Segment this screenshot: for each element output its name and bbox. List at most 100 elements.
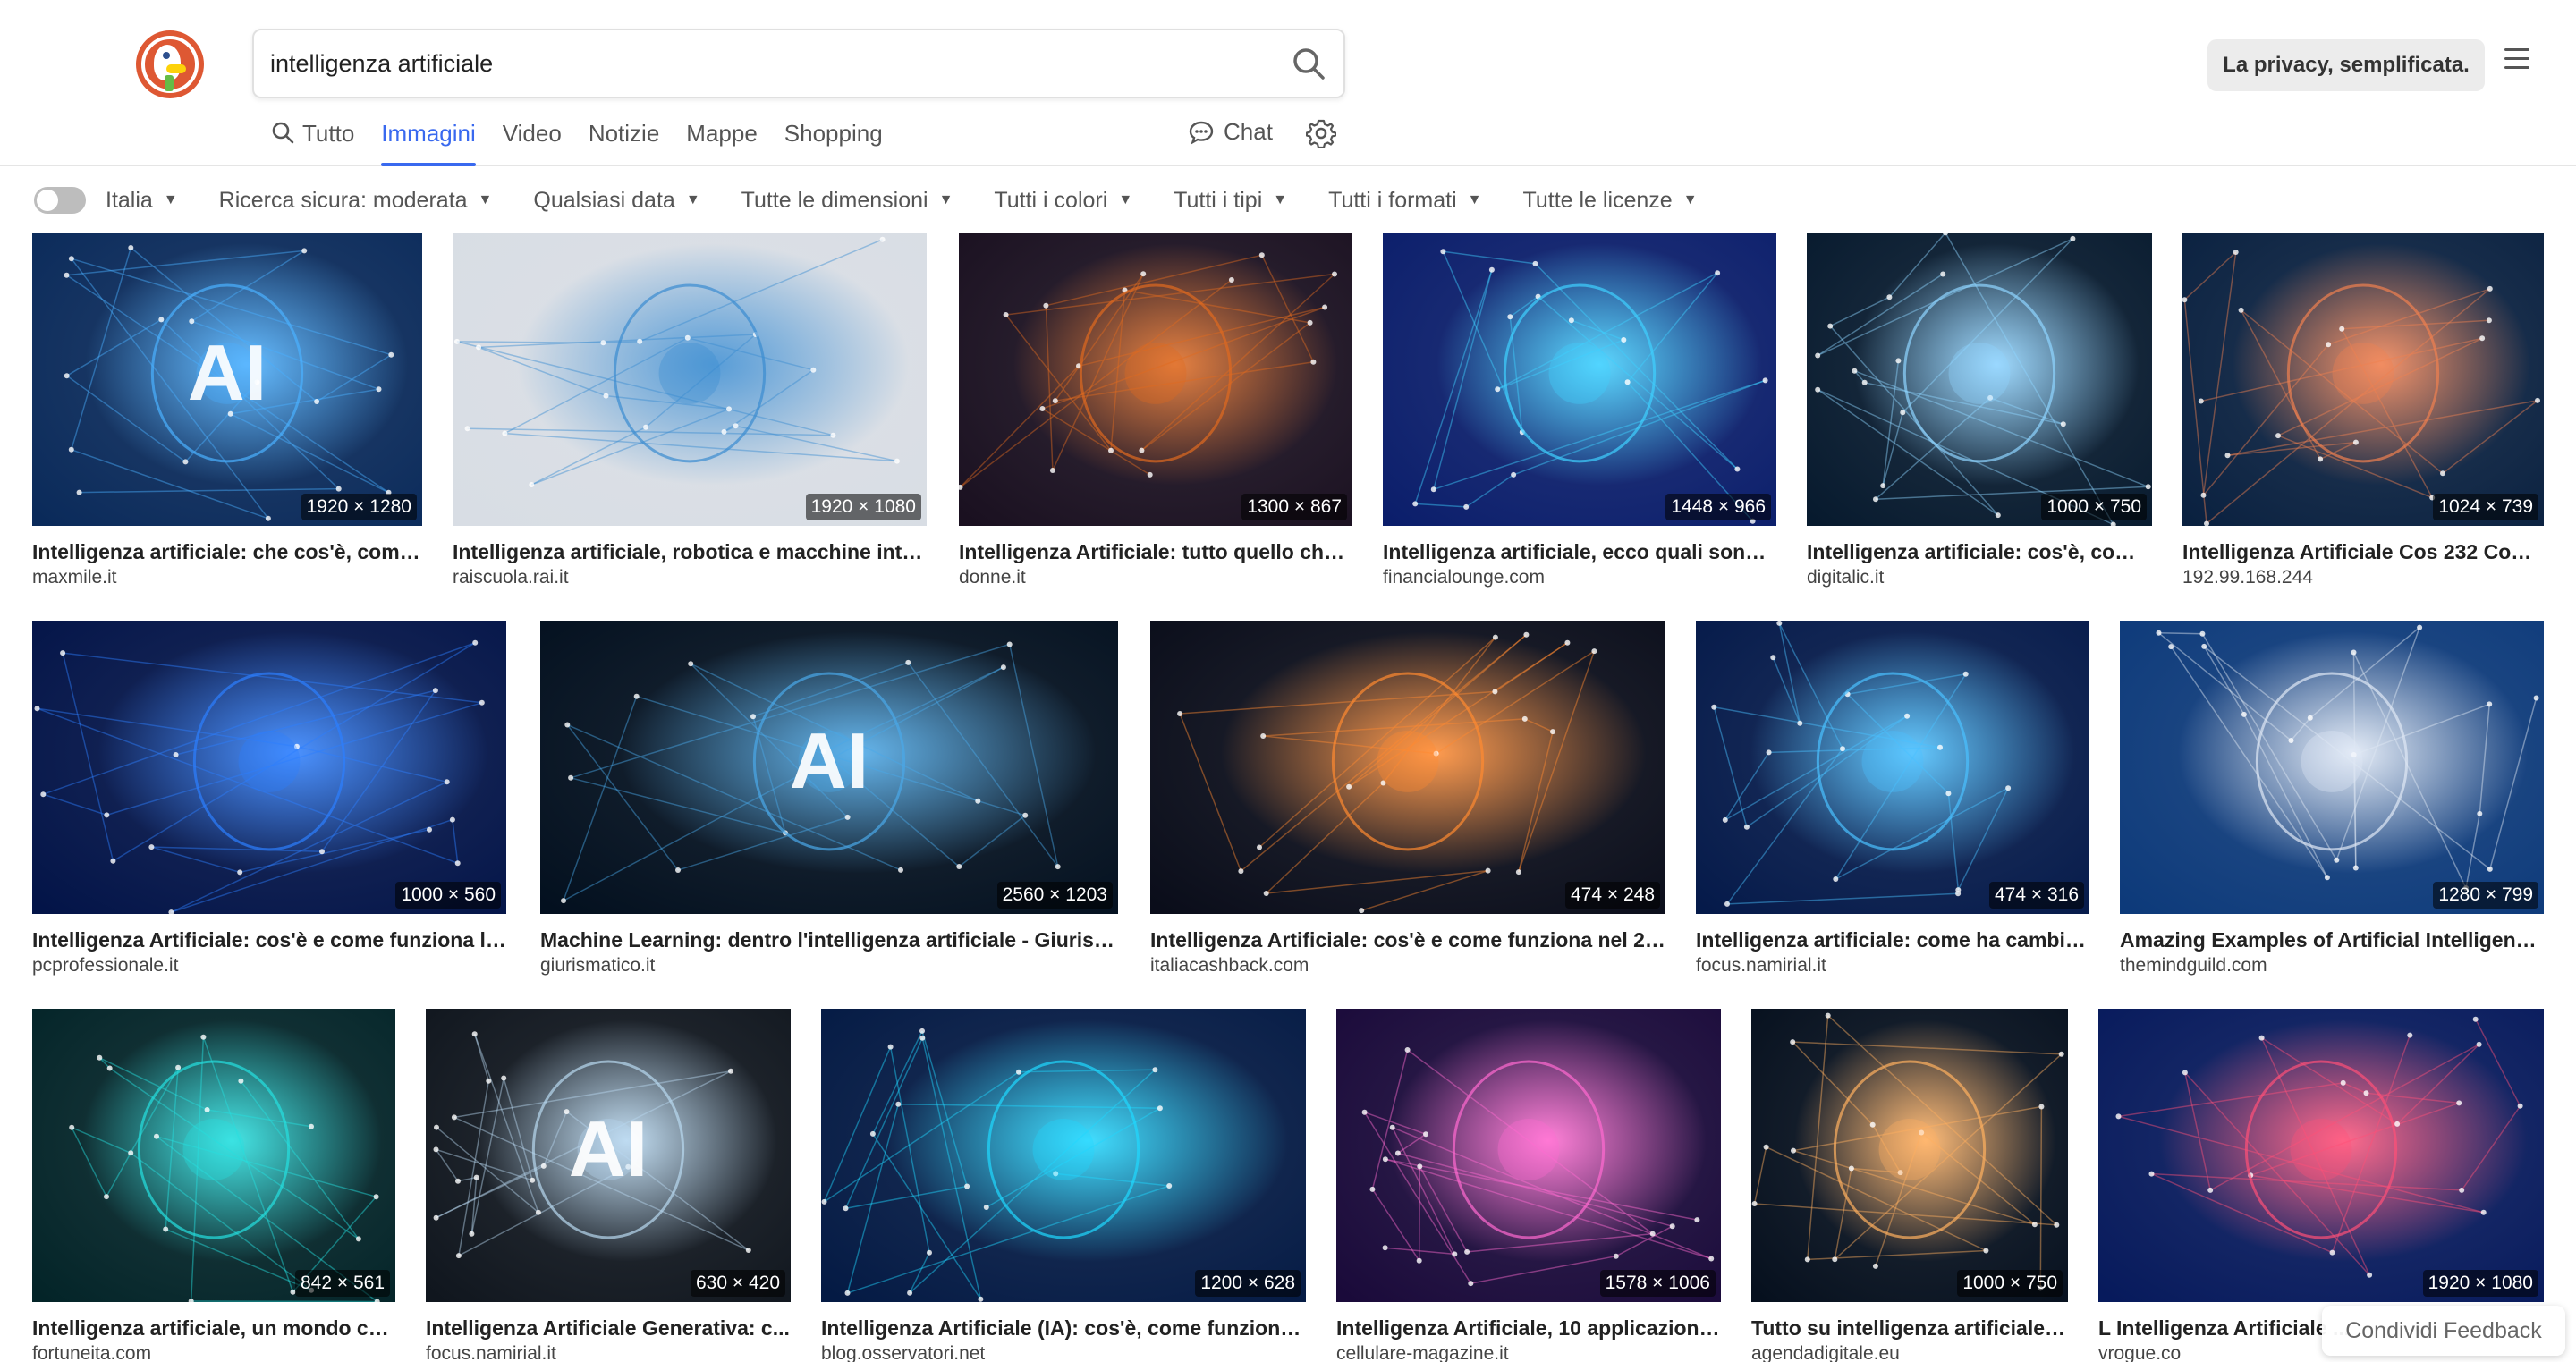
image-result[interactable]: 1000 × 750 Intelligenza artificiale: cos'… [1807, 233, 2152, 590]
result-thumbnail[interactable]: 1300 × 867 [959, 233, 1352, 526]
tab-tutto[interactable]: Tutto [270, 114, 354, 166]
image-result[interactable]: 1280 × 799 Amazing Examples of Artificial… [2120, 621, 2544, 978]
result-title[interactable]: Intelligenza Artificiale: cos'è e come f… [32, 928, 506, 952]
result-source[interactable]: focus.namirial.it [1696, 955, 2089, 977]
image-result[interactable]: 1448 × 966 Intelligenza artificiale, ecco… [1383, 233, 1776, 590]
result-title[interactable]: Machine Learning: dentro l'intelligenza … [540, 928, 1118, 952]
filter-dropdown[interactable]: Ricerca sicura: moderata ▼ [219, 188, 493, 214]
tab-mappe[interactable]: Mappe [686, 114, 758, 166]
search-button[interactable] [1290, 45, 1327, 82]
result-thumbnail[interactable]: 1280 × 799 [2120, 621, 2544, 914]
chat-button[interactable]: Chat [1188, 118, 1273, 146]
result-thumbnail[interactable]: 1200 × 628 [821, 1009, 1306, 1302]
result-source[interactable]: digitalic.it [1807, 567, 2152, 588]
filter-dropdown[interactable]: Qualsiasi data ▼ [533, 188, 699, 214]
result-title[interactable]: Intelligenza artificiale, ecco quali son… [1383, 540, 1776, 564]
result-thumbnail[interactable]: AI 1920 × 1280 [32, 233, 422, 526]
result-source[interactable]: cellulare-magazine.it [1336, 1343, 1721, 1362]
result-thumbnail[interactable]: AI 630 × 420 [426, 1009, 791, 1302]
result-thumbnail[interactable]: 474 × 248 [1150, 621, 1665, 914]
result-title[interactable]: Intelligenza Artificiale: tutto quello c… [959, 540, 1352, 564]
menu-bar [2504, 57, 2529, 60]
result-title[interactable]: Intelligenza artificiale, robotica e mac… [453, 540, 927, 564]
result-thumbnail[interactable]: 1000 × 560 [32, 621, 506, 914]
result-source[interactable]: blog.osservatori.net [821, 1343, 1306, 1362]
region-toggle[interactable] [34, 187, 86, 214]
result-thumbnail[interactable]: 1024 × 739 [2182, 233, 2544, 526]
menu-bar [2504, 48, 2529, 51]
image-dimensions-badge: 842 × 561 [294, 1270, 390, 1297]
result-source[interactable]: agendadigitale.eu [1751, 1343, 2068, 1362]
settings-button[interactable] [1305, 118, 1337, 149]
result-title[interactable]: Amazing Examples of Artificial Intellige… [2120, 928, 2544, 952]
filter-dropdown[interactable]: Tutti i formati ▼ [1328, 188, 1481, 214]
result-title[interactable]: Intelligenza Artificiale (IA): cos'è, co… [821, 1316, 1306, 1341]
result-thumbnail[interactable]: 1000 × 750 [1751, 1009, 2068, 1302]
region-filter[interactable]: Italia ▼ [106, 188, 178, 214]
feedback-button[interactable]: Condividi Feedback [2322, 1306, 2565, 1356]
svg-text:AI: AI [569, 1104, 648, 1193]
filter-bar: Italia ▼ Ricerca sicura: moderata ▼ Qualsi… [34, 182, 1739, 218]
result-source[interactable]: focus.namirial.it [426, 1343, 791, 1362]
caret-down-icon: ▼ [938, 192, 953, 207]
image-result[interactable]: 1578 × 1006 Intelligenza Artificiale, 10 … [1336, 1009, 1721, 1362]
result-title[interactable]: Intelligenza artificiale, un mondo ch... [32, 1316, 395, 1341]
image-result[interactable]: AI 630 × 420 Intelligenza Artificiale Gene… [426, 1009, 791, 1362]
result-source[interactable]: italiacashback.com [1150, 955, 1665, 977]
result-title[interactable]: Intelligenza artificiale: che cos'è, com… [32, 540, 422, 564]
result-thumbnail[interactable]: 1920 × 1080 [453, 233, 927, 526]
result-title[interactable]: Intelligenza Artificiale, 10 applicazion… [1336, 1316, 1721, 1341]
image-result[interactable]: 1000 × 560 Intelligenza Artificiale: cos'… [32, 621, 506, 978]
result-source[interactable]: raiscuola.rai.it [453, 567, 927, 588]
filter-dropdown[interactable]: Tutti i colori ▼ [994, 188, 1132, 214]
image-result[interactable]: 1300 × 867 Intelligenza Artificiale: tutt… [959, 233, 1352, 590]
filter-label: Tutti i tipi [1174, 187, 1263, 213]
image-result[interactable]: 474 × 316 Intelligenza artificiale: come … [1696, 621, 2089, 978]
result-thumbnail[interactable]: 1000 × 750 [1807, 233, 2152, 526]
result-source[interactable]: fortuneita.com [32, 1343, 395, 1362]
tab-notizie[interactable]: Notizie [589, 114, 659, 166]
image-result[interactable]: 842 × 561 Intelligenza artificiale, un mo… [32, 1009, 395, 1362]
result-thumbnail[interactable]: 1920 × 1080 [2098, 1009, 2544, 1302]
image-dimensions-badge: 1920 × 1280 [301, 494, 417, 520]
hamburger-menu-button[interactable] [2504, 48, 2531, 75]
result-title[interactable]: Intelligenza artificiale: cos'è, come... [1807, 540, 2152, 564]
tab-shopping[interactable]: Shopping [784, 114, 883, 166]
filter-dropdown[interactable]: Tutte le licenze ▼ [1523, 188, 1698, 214]
image-result[interactable]: 474 × 248 Intelligenza Artificiale: cos'è… [1150, 621, 1665, 978]
result-thumbnail[interactable]: 1448 × 966 [1383, 233, 1776, 526]
result-source[interactable]: giurismatico.it [540, 955, 1118, 977]
result-title[interactable]: Intelligenza artificiale: come ha cambia… [1696, 928, 2089, 952]
result-title[interactable]: Intelligenza Artificiale Cos 232 Com... [2182, 540, 2544, 564]
image-result[interactable]: 1000 × 750 Tutto su intelligenza artifici… [1751, 1009, 2068, 1362]
region-label: Italia [106, 187, 153, 213]
filter-dropdown[interactable]: Tutte le dimensioni ▼ [741, 188, 953, 214]
result-thumbnail[interactable]: 1578 × 1006 [1336, 1009, 1721, 1302]
result-source[interactable]: financialounge.com [1383, 567, 1776, 588]
duck-tie-icon [165, 75, 174, 91]
result-title[interactable]: Intelligenza Artificiale: cos'è e come f… [1150, 928, 1665, 952]
result-thumbnail[interactable]: 842 × 561 [32, 1009, 395, 1302]
result-thumbnail[interactable]: AI 2560 × 1203 [540, 621, 1118, 914]
result-title[interactable]: Intelligenza Artificiale Generativa: c..… [426, 1316, 791, 1341]
search-input[interactable] [270, 30, 1254, 97]
result-source[interactable]: donne.it [959, 567, 1352, 588]
tab-immagini[interactable]: Immagini [381, 114, 477, 166]
image-result[interactable]: AI 1920 × 1280 Intelligenza artificiale: c… [32, 233, 422, 590]
filter-dropdown[interactable]: Tutti i tipi ▼ [1174, 188, 1287, 214]
image-result[interactable]: 1920 × 1080 Intelligenza artificiale, rob… [453, 233, 927, 590]
chat-label: Chat [1224, 118, 1273, 145]
image-result[interactable]: AI 2560 × 1203 Machine Learning: dentro l'… [540, 621, 1118, 978]
image-dimensions-badge: 1280 × 799 [2433, 882, 2538, 909]
result-source[interactable]: pcprofessionale.it [32, 955, 506, 977]
result-source[interactable]: 192.99.168.244 [2182, 567, 2544, 588]
duckduckgo-logo[interactable] [136, 30, 204, 98]
result-source[interactable]: maxmile.it [32, 567, 422, 588]
result-thumbnail[interactable]: 474 × 316 [1696, 621, 2089, 914]
result-title[interactable]: Tutto su intelligenza artificiale l... [1751, 1316, 2068, 1341]
privacy-button[interactable]: La privacy, semplificata. [2207, 39, 2485, 91]
image-result[interactable]: 1024 × 739 Intelligenza Artificiale Cos 2… [2182, 233, 2544, 590]
tab-video[interactable]: Video [503, 114, 562, 166]
image-result[interactable]: 1200 × 628 Intelligenza Artificiale (IA):… [821, 1009, 1306, 1362]
result-source[interactable]: themindguild.com [2120, 955, 2544, 977]
